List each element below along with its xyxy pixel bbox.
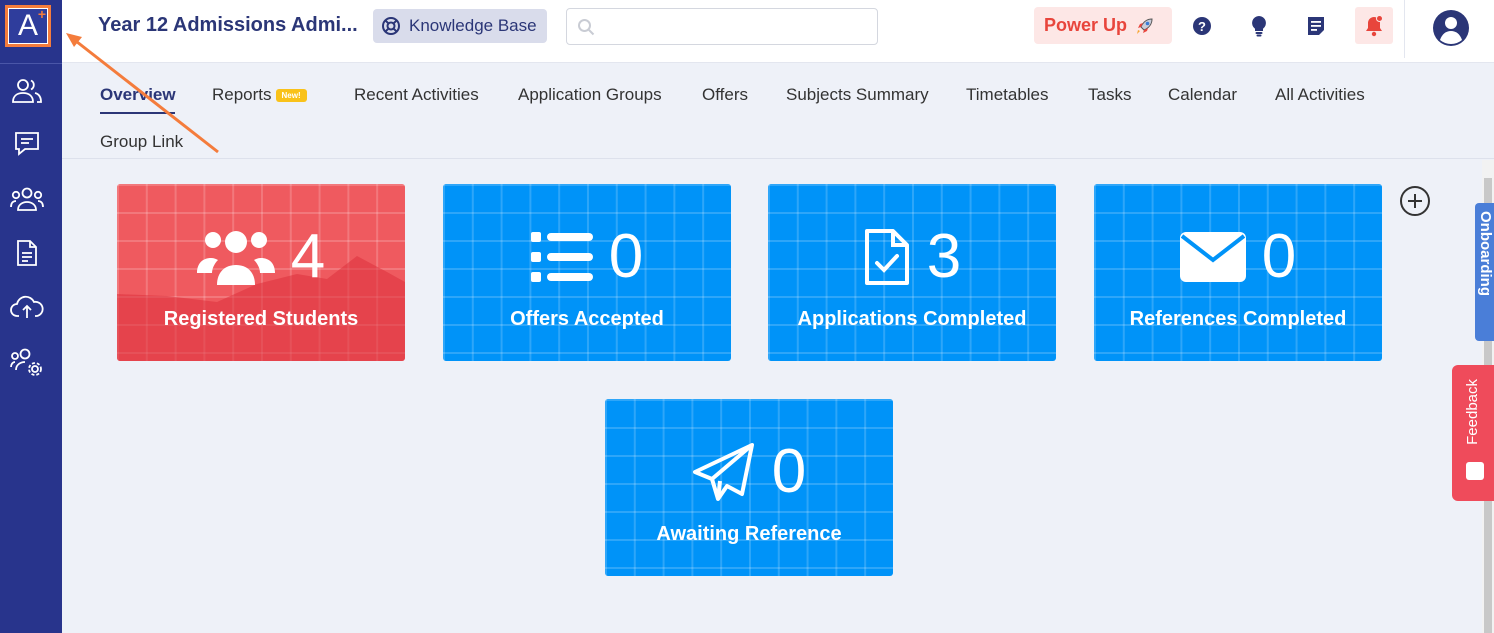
user-avatar[interactable]	[1432, 9, 1470, 47]
users-icon	[12, 79, 42, 103]
bell-icon	[1366, 14, 1383, 36]
sidebar-item-upload[interactable]	[10, 290, 44, 324]
onboarding-label: Onboarding	[1477, 211, 1494, 296]
notes-button[interactable]	[1302, 12, 1330, 40]
svg-text:?: ?	[1198, 19, 1206, 34]
dashboard-main: 4 Registered Students 0 Offers Accepted …	[62, 160, 1482, 633]
sidebar-item-messages[interactable]	[10, 127, 44, 161]
card-content: 0	[605, 441, 893, 503]
lightbulb-icon	[1252, 16, 1266, 37]
sidebar-item-users[interactable]	[10, 74, 44, 108]
sidebar-item-groups[interactable]	[10, 182, 44, 216]
user-settings-icon	[10, 348, 42, 376]
power-up-button[interactable]: Power Up	[1034, 7, 1172, 44]
tab-calendar[interactable]: Calendar	[1168, 85, 1237, 105]
card-label: Applications Completed	[797, 308, 1027, 330]
card-label: Registered Students	[163, 308, 359, 330]
user-icon	[1433, 10, 1469, 46]
feedback-tab[interactable]: Feedback	[1452, 365, 1494, 501]
sidebar: A +	[0, 0, 62, 633]
search-input[interactable]	[603, 15, 867, 39]
tab-tasks[interactable]: Tasks	[1088, 85, 1131, 105]
tab-overview[interactable]: Overview	[100, 85, 176, 105]
plus-circle-icon	[1400, 186, 1430, 216]
logo-mark: A +	[9, 6, 47, 43]
search-box[interactable]	[566, 8, 878, 45]
onboarding-tab[interactable]: Onboarding	[1475, 203, 1494, 341]
logo-letter: A	[17, 9, 38, 42]
lifebuoy-icon	[382, 17, 400, 35]
help-icon: ?	[1193, 17, 1211, 35]
sidebar-item-user-settings[interactable]	[10, 344, 44, 378]
notifications-button[interactable]	[1355, 7, 1393, 44]
ideas-button[interactable]	[1245, 12, 1273, 40]
card-count: 0	[608, 222, 644, 291]
applications-completed-card[interactable]: 3 Applications Completed	[768, 184, 1056, 361]
card-count: 0	[771, 437, 807, 506]
card-count: 4	[290, 222, 326, 291]
card-count: 0	[1261, 222, 1297, 291]
knowledge-base-button[interactable]: Knowledge Base	[373, 9, 547, 43]
help-button[interactable]: ?	[1188, 12, 1216, 40]
logo-plus: +	[37, 6, 46, 22]
tab-reports[interactable]: Reports New!	[212, 85, 307, 105]
card-count: 3	[926, 222, 962, 291]
tab-timetables[interactable]: Timetables	[966, 85, 1049, 105]
feedback-face-icon	[1466, 462, 1484, 480]
tab-group-link[interactable]: Group Link	[100, 132, 183, 152]
document-check-icon	[864, 229, 909, 285]
app-logo[interactable]: A +	[5, 5, 51, 47]
power-up-label: Power Up	[1044, 15, 1128, 35]
card-content: 0	[443, 226, 731, 288]
tab-reports-label: Reports	[212, 85, 272, 104]
card-label: Awaiting Reference	[656, 523, 842, 545]
tab-offers[interactable]: Offers	[702, 85, 748, 105]
card-content: 4	[117, 226, 405, 288]
notes-icon	[1308, 17, 1324, 35]
cloud-upload-icon	[10, 295, 44, 318]
card-label: Offers Accepted	[510, 308, 664, 330]
card-content: 0	[1094, 226, 1382, 288]
active-tab-indicator	[100, 112, 175, 114]
feedback-label: Feedback	[1464, 379, 1481, 445]
offers-accepted-card[interactable]: 0 Offers Accepted	[443, 184, 731, 361]
registered-students-card[interactable]: 4 Registered Students	[117, 184, 405, 361]
page-title: Year 12 Admissions Admi...	[98, 14, 358, 36]
card-content: 3	[768, 226, 1056, 288]
top-bar: Year 12 Admissions Admi... Knowledge Bas…	[62, 0, 1494, 63]
references-completed-card[interactable]: 0 References Completed	[1094, 184, 1382, 361]
paper-plane-icon	[692, 443, 754, 501]
group-icon	[10, 187, 44, 211]
topbar-divider	[1404, 0, 1405, 58]
sidebar-item-documents[interactable]	[10, 236, 44, 270]
envelope-icon	[1179, 232, 1246, 282]
tab-all-activities[interactable]: All Activities	[1275, 85, 1365, 105]
rocket-icon	[1137, 17, 1153, 34]
search-icon	[578, 19, 595, 36]
users-icon	[196, 231, 275, 285]
document-icon	[17, 240, 37, 266]
sidebar-divider	[0, 63, 62, 64]
new-badge: New!	[275, 89, 307, 103]
tab-recent-activities[interactable]: Recent Activities	[354, 85, 479, 105]
chat-icon	[15, 132, 39, 156]
add-widget-button[interactable]	[1399, 185, 1431, 217]
card-label: References Completed	[1129, 308, 1347, 330]
tab-subjects-summary[interactable]: Subjects Summary	[786, 85, 929, 105]
list-icon	[530, 232, 593, 282]
tab-application-groups[interactable]: Application Groups	[518, 85, 662, 105]
knowledge-base-label: Knowledge Base	[409, 16, 537, 35]
awaiting-reference-card[interactable]: 0 Awaiting Reference	[605, 399, 893, 576]
tab-bar: Overview Reports New! Recent Activities A…	[62, 64, 1494, 159]
